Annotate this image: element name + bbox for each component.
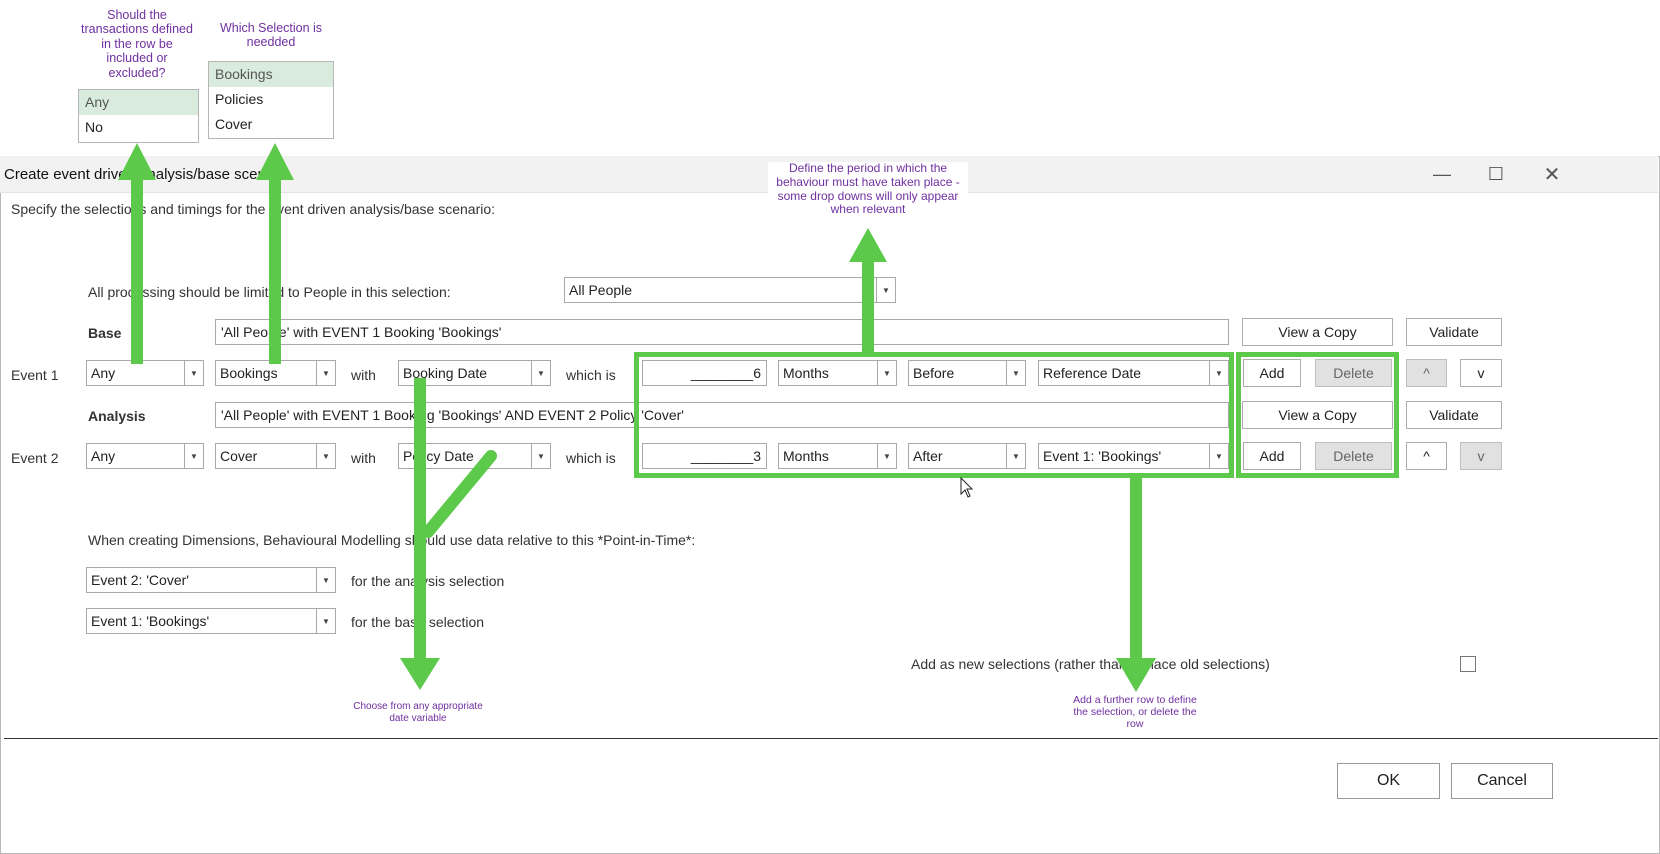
annotation-arrows: [118, 143, 1156, 692]
include-arrow-head: [118, 143, 156, 180]
date-arrow-shaft: [414, 378, 426, 660]
period-arrow-head: [849, 228, 887, 262]
include-arrow-shaft: [131, 178, 143, 364]
date-arrow-head: [400, 658, 440, 690]
selection-arrow-shaft: [269, 178, 281, 364]
selection-arrow-head: [256, 143, 294, 180]
add-arrow-head: [1116, 658, 1156, 692]
date-arrow-branch: [422, 450, 497, 538]
mouse-cursor-icon: [960, 476, 974, 498]
period-arrow-shaft: [862, 260, 874, 354]
add-arrow-shaft: [1130, 478, 1142, 660]
